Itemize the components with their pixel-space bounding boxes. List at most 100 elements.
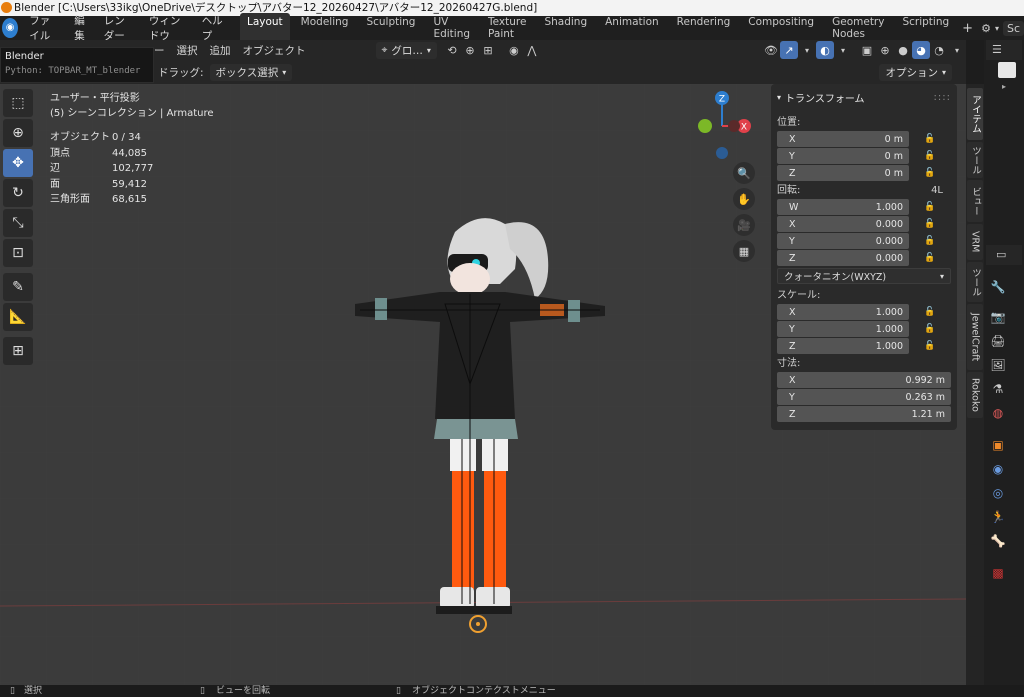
tab-jewelcraft[interactable]: JewelCraft [967, 304, 983, 370]
lock-icon[interactable]: 🔓 [923, 253, 937, 263]
tab-uv-editing[interactable]: UV Editing [426, 13, 477, 43]
snap-icon[interactable]: ⊕ [461, 41, 479, 59]
proportional-edit-icon[interactable]: ◉ [505, 41, 523, 59]
grid-view-icon[interactable]: ▦ [733, 240, 755, 262]
output-props-icon[interactable]: 🖨 [989, 332, 1007, 350]
scene-props-icon[interactable]: ⚗ [989, 380, 1007, 398]
transform-orientation-dropdown[interactable]: ⌖ グロ… ▾ [375, 41, 437, 59]
scale-tool-icon[interactable]: ⤡ [3, 209, 33, 237]
rotation-z-field[interactable]: Z 0.000 🔓 [777, 250, 951, 266]
render-props-icon[interactable]: 📷 [989, 308, 1007, 326]
object-props-icon[interactable]: ▣ [989, 436, 1007, 454]
drag-handle-icon[interactable]: :::: [934, 92, 951, 103]
wireframe-shading-icon[interactable]: ⊕ [876, 41, 894, 59]
tab-tool-2[interactable]: ツール [967, 262, 983, 302]
tab-layout[interactable]: Layout [239, 13, 290, 43]
tab-modeling[interactable]: Modeling [294, 13, 356, 43]
rotation-mode-dropdown[interactable]: クォータニオン(WXYZ) ▾ [777, 268, 951, 284]
menu-select[interactable]: 選択 [171, 41, 204, 59]
cursor-tool-icon[interactable]: ⊕ [3, 119, 33, 147]
snap-target-icon[interactable]: ⊞ [479, 41, 497, 59]
tool-props-icon[interactable]: 🔧 [989, 278, 1007, 296]
move-tool-icon[interactable]: ✥ [3, 149, 33, 177]
editor-type-icon[interactable]: ▭ [996, 248, 1006, 261]
tab-animation[interactable]: Animation [598, 13, 666, 43]
lock-icon[interactable]: 🔓 [923, 168, 937, 178]
menu-edit[interactable]: 編集 [67, 13, 97, 43]
solid-shading-icon[interactable]: ● [894, 41, 912, 59]
location-y-field[interactable]: Y0 m 🔓 [777, 148, 951, 164]
texture-props-icon[interactable]: ▩ [989, 564, 1007, 582]
visibility-icon[interactable]: 👁 [762, 41, 780, 59]
tab-compositing[interactable]: Compositing [741, 13, 821, 43]
bone-props-icon[interactable]: 🦴 [989, 532, 1007, 550]
editor-type-icon[interactable]: ☰ [992, 43, 1002, 56]
camera-icon[interactable]: 🎥 [733, 214, 755, 236]
menu-file[interactable]: ファイル [22, 13, 67, 43]
tab-view[interactable]: ビュー [967, 180, 983, 222]
rotation-w-field[interactable]: W 1.000 🔓 [777, 199, 951, 215]
view-layer-icon[interactable]: 🖼 [989, 356, 1007, 374]
xray-icon[interactable]: ▣ [858, 41, 876, 59]
tab-vrm[interactable]: VRM [967, 224, 983, 260]
gizmo-toggle-icon[interactable]: ↗ [780, 41, 798, 59]
chevron-down-icon[interactable]: ▾ [948, 41, 966, 59]
annotate-tool-icon[interactable]: ✎ [3, 273, 33, 301]
location-x-field[interactable]: X0 m 🔓 [777, 131, 951, 147]
dimension-z-field[interactable]: Z 1.21 m [777, 406, 951, 422]
tab-item[interactable]: アイテム [967, 88, 983, 140]
chevron-down-icon[interactable]: ▾ [834, 41, 852, 59]
rotation-y-field[interactable]: Y 0.000 🔓 [777, 233, 951, 249]
scale-z-field[interactable]: Z 1.000 🔓 [777, 338, 951, 354]
select-tool-icon[interactable]: ⬚ [3, 89, 33, 117]
scale-y-field[interactable]: Y 1.000 🔓 [777, 321, 951, 337]
lock-icon[interactable]: 🔓 [923, 236, 937, 246]
chevron-down-icon[interactable]: ▾ [798, 41, 816, 59]
tab-rendering[interactable]: Rendering [670, 13, 738, 43]
lock-icon[interactable]: 🔓 [923, 341, 937, 351]
lock-icon[interactable]: 🔓 [923, 307, 937, 317]
world-props-icon[interactable]: ◍ [989, 404, 1007, 422]
lock-icon[interactable]: 🔓 [923, 219, 937, 229]
rendered-shading-icon[interactable]: ◔ [930, 41, 948, 59]
lock-icon[interactable]: 🔓 [923, 324, 937, 334]
tab-sculpting[interactable]: Sculpting [359, 13, 422, 43]
overlay-toggle-icon[interactable]: ◐ [816, 41, 834, 59]
lock-icon[interactable]: 🔓 [923, 134, 937, 144]
menu-help[interactable]: ヘルプ [195, 13, 232, 43]
location-z-field[interactable]: Z0 m 🔓 [777, 165, 951, 181]
dimension-y-field[interactable]: Y 0.263 m [777, 389, 951, 405]
menu-object[interactable]: オブジェクト [237, 41, 312, 59]
add-cube-tool-icon[interactable]: ⊞ [3, 337, 33, 365]
drag-select-dropdown[interactable]: ボックス選択 ▾ [209, 63, 293, 81]
tab-geometry-nodes[interactable]: Geometry Nodes [825, 13, 891, 43]
modifier-props-icon[interactable]: ◉ [989, 460, 1007, 478]
pivot-icon[interactable]: ⟲ [443, 41, 461, 59]
tab-texture-paint[interactable]: Texture Paint [481, 13, 533, 43]
tab-tool[interactable]: ツール [967, 142, 983, 178]
material-shading-icon[interactable]: ◕ [912, 41, 930, 59]
transform-panel-header[interactable]: ▾ トランスフォーム :::: [777, 88, 951, 106]
transform-tool-icon[interactable]: ⊡ [3, 239, 33, 267]
tab-shading[interactable]: Shading [537, 13, 594, 43]
lock-icon[interactable]: 🔓 [923, 151, 937, 161]
menu-window[interactable]: ウィンドウ [142, 13, 195, 43]
rotate-tool-icon[interactable]: ↻ [3, 179, 33, 207]
menu-render[interactable]: レンダー [97, 13, 142, 43]
armature-pose-icon[interactable]: 🏃 [989, 508, 1007, 526]
rotation-4l-toggle[interactable]: 4L [931, 182, 943, 199]
pan-hand-icon[interactable]: ✋ [733, 188, 755, 210]
dimension-x-field[interactable]: X 0.992 m [777, 372, 951, 388]
zoom-icon[interactable]: 🔍 [733, 162, 755, 184]
blender-menu-icon[interactable]: ◉ [2, 18, 19, 38]
falloff-icon[interactable]: ⋀ [523, 41, 541, 59]
rotation-x-field[interactable]: X 0.000 🔓 [777, 216, 951, 232]
scale-x-field[interactable]: X 1.000 🔓 [777, 304, 951, 320]
tab-scripting[interactable]: Scripting [895, 13, 956, 43]
navigation-gizmo[interactable]: Z X [690, 88, 754, 160]
scene-selector[interactable]: ⚙ ▾ Sc [981, 20, 1024, 36]
tab-rokoko[interactable]: Rokoko [967, 372, 983, 418]
options-dropdown[interactable]: オプション ▾ [879, 63, 952, 81]
outliner-display-icon[interactable] [998, 62, 1016, 78]
measure-tool-icon[interactable]: 📐 [3, 303, 33, 331]
